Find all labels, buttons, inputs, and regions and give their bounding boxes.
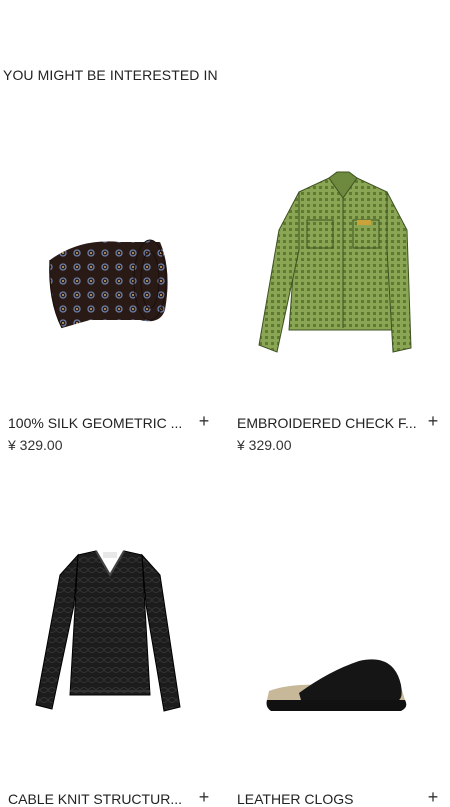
product-name[interactable]: 100% SILK GEOMETRIC ... <box>8 415 188 431</box>
product-price: ¥ 329.00 <box>237 437 292 453</box>
product-image-clogs[interactable] <box>229 495 449 785</box>
section-title: YOU MIGHT BE INTERESTED IN <box>3 67 218 83</box>
product-name[interactable]: CABLE KNIT STRUCTUR... <box>8 791 188 807</box>
add-to-cart-plus-icon[interactable]: + <box>194 411 214 431</box>
product-name[interactable]: LEATHER CLOGS <box>237 791 417 807</box>
add-to-cart-plus-icon[interactable]: + <box>423 787 443 807</box>
product-name[interactable]: EMBROIDERED CHECK F... <box>237 415 417 431</box>
product-image-sweater[interactable] <box>0 495 220 785</box>
add-to-cart-plus-icon[interactable]: + <box>194 787 214 807</box>
add-to-cart-plus-icon[interactable]: + <box>423 411 443 431</box>
product-image-tie[interactable] <box>0 120 220 410</box>
product-price: ¥ 329.00 <box>8 437 63 453</box>
product-image-shirt[interactable] <box>229 120 449 410</box>
